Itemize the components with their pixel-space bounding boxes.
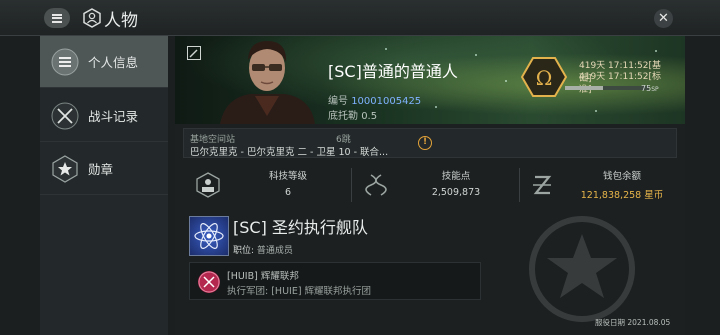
sidebar-item-label: 战斗记录 (88, 109, 139, 124)
tech-level-icon (196, 172, 220, 198)
window-title: 人物 (104, 11, 138, 31)
station-location: 巴尔克里克 - 巴尔克里克 二 - 卫星 10 - 联合... (190, 147, 389, 158)
sidebar-item-label: 勋章 (88, 162, 114, 177)
sp-count: 75SP (641, 84, 659, 93)
star-medal-icon (50, 154, 80, 184)
dna-icon (365, 174, 387, 196)
alliance-name: [HUIB] 辉耀联邦 (227, 271, 299, 282)
alliance-card[interactable]: [HUIB] 辉耀联邦 执行军团: [HUIE] 辉耀联邦执行团 (189, 262, 481, 300)
stat-label: 科技等级 (268, 171, 307, 182)
stat-value: 2,509,873 (431, 187, 481, 198)
sidebar-item-label: 个人信息 (88, 55, 139, 70)
menu-button[interactable] (44, 8, 70, 28)
corporation-name[interactable]: [SC] 圣约执行舰队 (233, 214, 368, 238)
character-id-row: 编号 10001005425 (328, 92, 421, 107)
stat-tech-level: 科技等级 6 (183, 164, 343, 206)
security-status-row: 底托勒 0.5 (328, 107, 377, 122)
list-icon (50, 47, 80, 77)
skill-queue-progress-bar (565, 86, 649, 90)
character-panel: [SC]普通的普通人 编号 10001005425 底托勒 0.5 Ω 419天… (175, 36, 685, 335)
atom-icon (194, 223, 224, 249)
stat-skill-points: 技能点 2,509,873 (351, 164, 511, 206)
isk-icon (533, 175, 552, 195)
close-icon: ✕ (658, 11, 669, 26)
star-emblem-watermark (529, 216, 635, 322)
character-id[interactable]: 10001005425 (351, 96, 421, 107)
stat-label: 钱包余额 (602, 171, 641, 182)
character-hex-icon (83, 8, 101, 28)
omega-icon: Ω (521, 57, 567, 97)
executor-corporation: 执行军团: [HUIE] 辉耀联邦执行团 (227, 286, 372, 297)
close-button[interactable]: ✕ (654, 9, 673, 28)
skill-queue-widget[interactable]: Ω 419天 17:11:52[基础] 419天 17:11:52[标准] 75… (521, 56, 665, 98)
character-name: [SC]普通的普通人 (328, 62, 458, 81)
role-label: 职位: (233, 246, 255, 256)
edit-icon[interactable] (187, 46, 201, 60)
security-value: 0.5 (361, 111, 378, 122)
alliance-cross-icon (198, 271, 220, 293)
security-label: 底托勒 (328, 111, 358, 122)
service-date: 服役日期 2021.08.05 (595, 318, 671, 327)
top-bar: 人物 ✕ (0, 0, 720, 36)
home-station[interactable]: 基地空间站 6跳 巴尔克里克 - 巴尔克里克 二 - 卫星 10 - 联合...… (183, 128, 677, 158)
warning-icon[interactable]: ! (418, 136, 432, 150)
character-portrait[interactable] (215, 36, 320, 124)
sidebar-item-profile[interactable]: 个人信息 (40, 36, 168, 88)
character-banner: [SC]普通的普通人 编号 10001005425 底托勒 0.5 Ω 419天… (175, 36, 685, 124)
stat-label: 技能点 (441, 171, 471, 182)
crossed-swords-icon (50, 101, 80, 131)
role-value: 普通成员 (256, 246, 293, 256)
sidebar-item-combat-log[interactable]: 战斗记录 (40, 90, 168, 142)
stat-wallet[interactable]: 钱包余额 121,838,258 星币 (517, 164, 677, 206)
corporation-logo[interactable] (189, 216, 229, 256)
sidebar: 个人信息 战斗记录 勋章 (40, 36, 168, 335)
corporation-role-row: 职位: 普通成员 (233, 243, 293, 256)
svg-text:Ω: Ω (536, 66, 553, 90)
skill-queue-progress-fill (565, 86, 603, 90)
character-id-label: 编号 (328, 96, 348, 107)
stat-value: 6 (284, 187, 292, 198)
hamburger-icon (52, 13, 62, 23)
stats-row: 科技等级 6 技能点 2,509,873 钱包余额 121,838,258 星币 (183, 164, 677, 206)
stat-value: 121,838,258 星币 (580, 190, 664, 201)
sidebar-item-medals[interactable]: 勋章 (40, 143, 168, 195)
